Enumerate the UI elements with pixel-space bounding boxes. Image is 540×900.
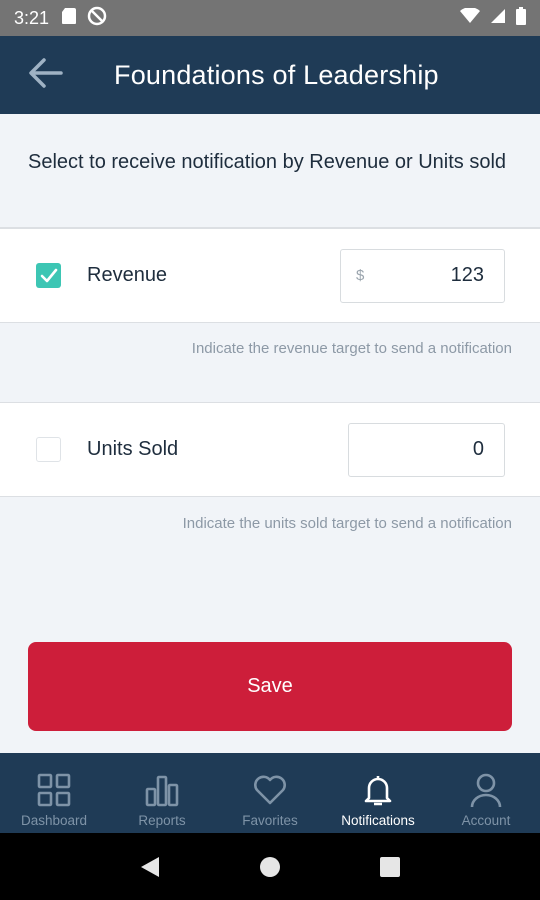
status-time: 3:21 (14, 7, 50, 28)
save-button[interactable]: Save (28, 642, 512, 731)
nav-label: Notifications (341, 813, 415, 828)
nav-favorites[interactable]: Favorites (216, 753, 324, 833)
intro-text: Select to receive notification by Revenu… (0, 114, 540, 228)
units-checkbox[interactable] (36, 437, 61, 462)
app-bar: Foundations of Leadership (0, 36, 540, 114)
units-row: Units Sold 0 (0, 402, 540, 497)
battery-icon (516, 6, 526, 30)
revenue-hint: Indicate the revenue target to send a no… (191, 340, 512, 357)
units-input[interactable]: 0 (348, 423, 505, 477)
nav-reports[interactable]: Reports (108, 753, 216, 833)
home-circle-icon[interactable] (259, 856, 281, 878)
cell-signal-icon (490, 8, 506, 29)
grid-icon (37, 772, 71, 808)
units-hint: Indicate the units sold target to send a… (182, 515, 512, 532)
revenue-checkbox[interactable] (36, 263, 61, 288)
nav-label: Reports (138, 813, 186, 828)
arrow-left-icon (27, 57, 63, 94)
revenue-row: Revenue $ 123 (0, 228, 540, 323)
user-icon (470, 772, 502, 808)
nav-label: Account (461, 813, 511, 828)
currency-symbol: $ (356, 267, 365, 284)
status-right-icons (460, 6, 526, 30)
nav-notifications[interactable]: Notifications (324, 753, 432, 833)
recents-square-icon[interactable] (379, 856, 401, 878)
no-sync-icon (87, 6, 107, 31)
page-title: Foundations of Leadership (114, 59, 439, 90)
bell-icon (363, 772, 393, 808)
status-left-icons (61, 6, 107, 31)
bar-chart-icon (145, 772, 179, 808)
units-label: Units Sold (87, 438, 179, 460)
system-nav-bar (0, 833, 540, 900)
back-button[interactable] (0, 36, 90, 114)
revenue-value: 123 (450, 264, 484, 286)
nav-label: Favorites (242, 813, 298, 828)
back-triangle-icon[interactable] (139, 855, 161, 879)
sd-card-icon (61, 7, 77, 30)
units-value: 0 (472, 438, 484, 460)
bottom-nav: Dashboard Reports Favorites Notification… (0, 753, 540, 833)
nav-dashboard[interactable]: Dashboard (0, 753, 108, 833)
revenue-input[interactable]: $ 123 (340, 249, 505, 303)
wifi-icon (460, 6, 480, 29)
status-bar: 3:21 (0, 0, 540, 36)
nav-account[interactable]: Account (432, 753, 540, 833)
revenue-label: Revenue (87, 264, 168, 286)
heart-icon (253, 772, 287, 808)
nav-label: Dashboard (20, 813, 88, 828)
